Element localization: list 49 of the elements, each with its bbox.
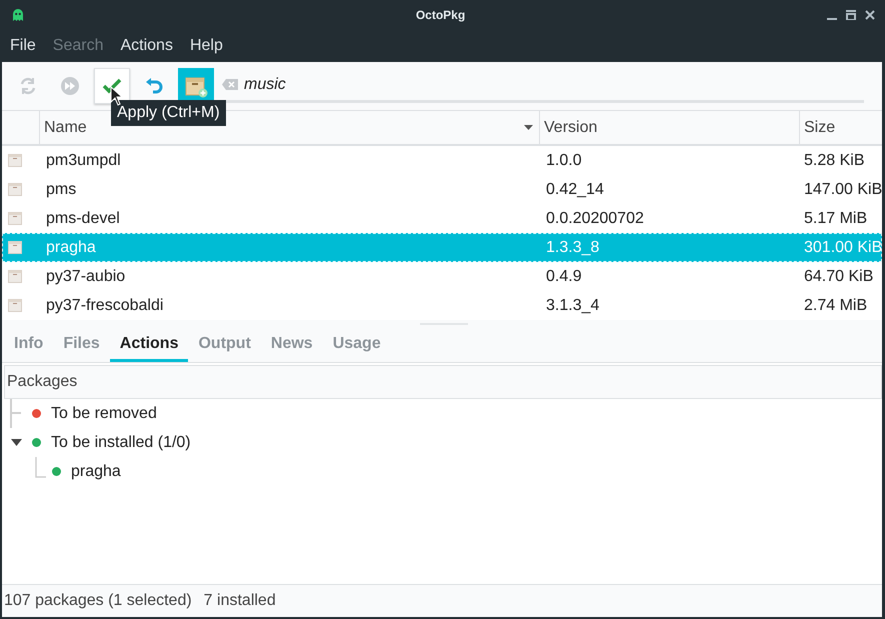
package-icon (8, 212, 22, 225)
table-cell-text: 0.4.9 (545, 268, 583, 286)
maximize-icon[interactable] (846, 10, 856, 20)
status-text: 7 installed (204, 592, 276, 610)
package-icon (8, 154, 22, 167)
table-cell-text: 0.42_14 (545, 180, 605, 198)
ghost-icon (12, 8, 24, 22)
table-row[interactable]: py37-frescobaldi 3.1.3_4 2.74 MiB (2, 291, 882, 320)
table-cell-text: 301.00 KiB (803, 238, 882, 256)
table-cell-text: 5.28 KiB (803, 152, 866, 170)
tree-header: Packages (4, 365, 882, 399)
tree-item[interactable]: To be installed (1/0) (51, 434, 191, 452)
table-cell-text: 147.00 KiB (803, 180, 882, 198)
menu-item[interactable]: Help (190, 37, 223, 55)
tree-item[interactable]: pragha (71, 462, 121, 480)
menu-item[interactable]: File (10, 37, 36, 55)
table-cell-text: pragha (45, 238, 97, 256)
window-title: OctoPkg (414, 8, 466, 22)
table-cell-text: pms-devel (45, 210, 121, 228)
table-cell-text: 1.0.0 (545, 152, 583, 170)
expand-arrow-icon[interactable] (10, 439, 22, 446)
table-cell-text: 0.0.20200702 (545, 210, 645, 228)
table-cell-text: 5.17 MiB (803, 210, 868, 228)
table-cell-text: 64.70 KiB (803, 268, 874, 286)
table-cell-text: 2.74 MiB (803, 296, 868, 314)
table-row[interactable]: pms-devel 0.0.20200702 5.17 MiB (2, 204, 882, 233)
table-row[interactable]: py37-aubio 0.4.9 64.70 KiB (2, 262, 882, 291)
package-icon (8, 241, 22, 254)
table-row[interactable]: pm3umpdl 1.0.0 5.28 KiB (2, 146, 882, 175)
column-header[interactable]: Version (540, 111, 800, 144)
package-icon (8, 183, 22, 196)
search-field[interactable]: music (222, 70, 864, 102)
sort-caret-icon (524, 125, 533, 130)
table-cell-text: py37-aubio (45, 268, 126, 286)
table-row[interactable]: pms 0.42_14 147.00 KiB (2, 175, 882, 204)
table-cell-text: py37-frescobaldi (45, 296, 164, 314)
table-cell-text: pms (45, 180, 78, 198)
close-icon[interactable] (865, 10, 875, 20)
cursor-icon (110, 86, 123, 106)
table-cell-text: 1.3.3_8 (545, 238, 600, 256)
table-cell-text: 3.1.3_4 (545, 296, 600, 314)
package-icon (8, 299, 22, 312)
package-icon (8, 270, 22, 283)
menu-item[interactable]: Actions (120, 37, 173, 55)
table-cell-text: pm3umpdl (45, 152, 122, 170)
column-header[interactable]: Size (800, 111, 882, 144)
tooltip: Apply (Ctrl+M) (111, 100, 226, 126)
status-text: 107 packages (1 selected) (4, 592, 192, 610)
tree-item[interactable]: To be removed (51, 404, 157, 422)
